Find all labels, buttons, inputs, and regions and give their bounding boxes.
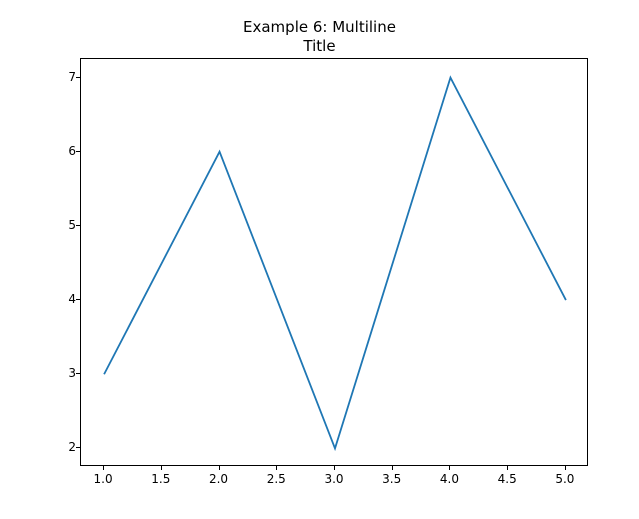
x-tick-label: 2.0 — [209, 472, 228, 486]
x-tick-label: 1.0 — [94, 472, 113, 486]
x-tick-mark — [507, 466, 508, 470]
x-tick-label: 2.5 — [267, 472, 286, 486]
x-tick-label: 3.5 — [382, 472, 401, 486]
chart-title-line1: Example 6: Multiline — [0, 18, 639, 37]
x-tick-mark — [392, 466, 393, 470]
y-tick-mark — [76, 225, 80, 226]
line-series — [81, 59, 589, 467]
y-tick-mark — [76, 447, 80, 448]
chart-title-line2: Title — [0, 37, 639, 56]
chart-title: Example 6: Multiline Title — [0, 18, 639, 56]
y-tick-mark — [76, 373, 80, 374]
data-line — [104, 78, 566, 449]
x-tick-label: 1.5 — [151, 472, 170, 486]
x-tick-mark — [161, 466, 162, 470]
x-tick-label: 4.0 — [440, 472, 459, 486]
y-tick-label: 6 — [48, 144, 76, 158]
y-tick-label: 5 — [48, 218, 76, 232]
plot-area — [80, 58, 588, 466]
x-tick-mark — [565, 466, 566, 470]
y-tick-mark — [76, 151, 80, 152]
x-tick-label: 4.5 — [498, 472, 517, 486]
x-tick-label: 3.0 — [324, 472, 343, 486]
x-tick-mark — [219, 466, 220, 470]
x-tick-mark — [276, 466, 277, 470]
figure: Example 6: Multiline Title 1.0 1.5 2.0 2.5 3… — [0, 0, 639, 519]
y-tick-label: 2 — [48, 440, 76, 454]
x-tick-label: 5.0 — [555, 472, 574, 486]
y-tick-mark — [76, 299, 80, 300]
y-tick-label: 4 — [48, 292, 76, 306]
x-tick-mark — [334, 466, 335, 470]
y-tick-label: 7 — [48, 70, 76, 84]
y-tick-mark — [76, 77, 80, 78]
y-tick-label: 3 — [48, 366, 76, 380]
x-tick-mark — [449, 466, 450, 470]
x-tick-mark — [103, 466, 104, 470]
